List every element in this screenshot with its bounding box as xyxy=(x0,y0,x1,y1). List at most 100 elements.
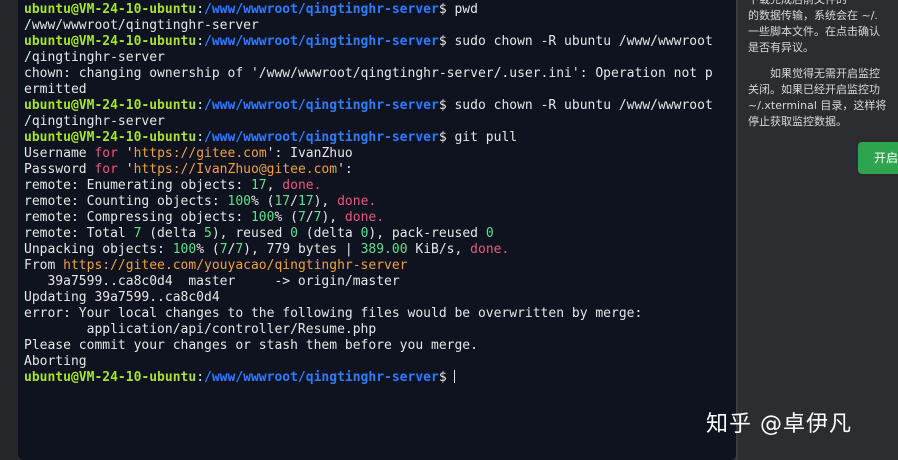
terminal-output-line: Password for 'https://IvanZhuo@gitee.com… xyxy=(24,162,732,178)
terminal-output-line: Please commit your changes or stash them… xyxy=(24,338,732,354)
output-segment: 100 xyxy=(172,242,197,257)
output-segment: remote: Counting objects: xyxy=(24,194,228,209)
output-text: 39a7599..ca8c0d4 master -> origin/master xyxy=(24,274,400,289)
output-segment: ' xyxy=(117,162,134,177)
panel-line: 如果觉得无需开启监控 xyxy=(770,67,880,80)
output-segment: From xyxy=(24,258,64,273)
output-segment: Unpacking objects: xyxy=(24,242,173,257)
terminal-window[interactable]: ubuntu@VM-24-10-ubuntu:/www/wwwroot/qing… xyxy=(18,0,736,460)
terminal-output-line: /www/wwwroot/qingtinghr-server xyxy=(24,18,732,34)
terminal-output-line: remote: Counting objects: 100% (17/17), … xyxy=(24,194,732,210)
output-segment: 0 xyxy=(290,226,298,241)
panel-line: 是否有异议。 xyxy=(748,41,814,54)
output-segment: 17 xyxy=(250,178,267,193)
output-segment: 7 xyxy=(297,210,306,225)
prompt-command: git pull xyxy=(454,130,518,145)
prompt-path: /www/wwwroot/qingtinghr-server xyxy=(204,2,439,17)
terminal-output-line: From https://gitee.com/youyacao/qingting… xyxy=(24,258,732,274)
panel-line: 停止获取监控数据。 xyxy=(748,115,847,128)
output-text: application/api/controller/Resume.php xyxy=(24,322,377,337)
output-text: error: Your local changes to the followi… xyxy=(24,306,643,321)
output-segment: 389.00 xyxy=(360,242,408,257)
terminal-output-line: /qingtinghr-server xyxy=(24,50,732,66)
prompt-sep: : xyxy=(196,370,205,385)
terminal-output-line: remote: Total 7 (delta 5), reused 0 (del… xyxy=(24,226,732,242)
prompt-command: sudo chown -R ubuntu /www/wwwroot xyxy=(454,98,713,113)
output-segment: remote: Enumerating objects: xyxy=(24,178,251,193)
terminal-output-line: remote: Compressing objects: 100% (7/7),… xyxy=(24,210,732,226)
left-sidebar-strip xyxy=(0,0,18,460)
enable-monitor-button[interactable]: 开启 xyxy=(858,142,898,174)
monitor-info-text: 下载完成后前文件的 的数据传输，系统会在 ~/. 一些脚本文件。在点击确认 是否… xyxy=(748,0,898,140)
prompt-command: pwd xyxy=(454,2,478,17)
terminal-output-line: 39a7599..ca8c0d4 master -> origin/master xyxy=(24,274,732,290)
output-segment: 5 xyxy=(204,226,212,241)
output-segment: remote: Total xyxy=(24,226,134,241)
prompt-symbol: $ xyxy=(438,370,455,385)
output-segment: / xyxy=(305,210,314,225)
output-segment: ), xyxy=(313,194,338,209)
terminal-output-line: Updating 39a7599..ca8c0d4 xyxy=(24,290,732,306)
output-text: /qingtinghr-server xyxy=(24,114,165,129)
terminal-prompt-line: ubuntu@VM-24-10-ubuntu:/www/wwwroot/qing… xyxy=(24,98,732,114)
output-segment: % ( xyxy=(274,210,298,225)
prompt-symbol: $ xyxy=(438,2,455,17)
output-segment: Username xyxy=(24,146,95,161)
output-segment: ), xyxy=(321,210,345,225)
output-segment: 17 xyxy=(297,194,314,209)
output-text: /qingtinghr-server xyxy=(24,50,165,65)
terminal-prompt-line: ubuntu@VM-24-10-ubuntu:/www/wwwroot/qing… xyxy=(24,34,732,50)
output-segment: done. xyxy=(337,194,377,209)
output-segment: 0 xyxy=(485,226,494,241)
output-text: Please commit your changes or stash them… xyxy=(24,338,478,353)
terminal-output-line: Unpacking objects: 100% (7/7), 779 bytes… xyxy=(24,242,732,258)
output-segment: https://gitee.com xyxy=(133,146,267,161)
panel-line: ~/.xterminal 目录，这样将 xyxy=(748,99,887,112)
output-text: chown: changing ownership of '/www/wwwro… xyxy=(24,66,713,81)
output-segment: done. xyxy=(282,178,322,193)
prompt-sep: : xyxy=(196,34,205,49)
output-segment: https://IvanZhuo@gitee.com xyxy=(133,162,338,177)
terminal-prompt-line: ubuntu@VM-24-10-ubuntu:/www/wwwroot/qing… xyxy=(24,130,732,146)
output-segment: ': xyxy=(337,162,353,177)
output-segment: , xyxy=(266,178,283,193)
output-segment: done. xyxy=(470,242,510,257)
prompt-symbol: $ xyxy=(438,130,455,145)
prompt-sep: : xyxy=(196,130,205,145)
prompt-user: ubuntu@VM-24-10-ubuntu xyxy=(24,98,197,113)
prompt-command: sudo chown -R ubuntu /www/wwwroot xyxy=(454,34,713,49)
output-segment: remote: Compressing objects: xyxy=(24,210,251,225)
panel-line: 的数据传输，系统会在 ~/. xyxy=(748,9,878,22)
terminal-prompt-line: ubuntu@VM-24-10-ubuntu:/www/wwwroot/qing… xyxy=(24,2,732,18)
prompt-path: /www/wwwroot/qingtinghr-server xyxy=(204,98,439,113)
output-segment: ': IvanZhuo xyxy=(266,146,353,161)
screenshot-root: ubuntu@VM-24-10-ubuntu:/www/wwwroot/qing… xyxy=(0,0,898,460)
output-segment: KiB/s, xyxy=(407,242,471,257)
terminal-output-line: chown: changing ownership of '/www/wwwro… xyxy=(24,66,732,82)
output-segment: for xyxy=(94,162,118,177)
panel-line: 一些脚本文件。在点击确认 xyxy=(748,25,880,38)
output-segment: 100 xyxy=(250,210,275,225)
output-text: ermitted xyxy=(24,82,87,97)
output-segment: done. xyxy=(344,210,385,225)
output-segment: ' xyxy=(117,146,134,161)
output-segment: / xyxy=(290,194,298,209)
output-segment: % ( xyxy=(196,242,220,257)
prompt-sep: : xyxy=(196,98,205,113)
panel-line: 关闭。如果已经开启监控功 xyxy=(748,83,880,96)
output-segment: 100 xyxy=(227,194,251,209)
output-text: Aborting xyxy=(24,354,87,369)
output-text: Updating 39a7599..ca8c0d4 xyxy=(24,290,220,305)
prompt-symbol: $ xyxy=(438,98,455,113)
output-segment: Password xyxy=(24,162,95,177)
terminal-output-line: ermitted xyxy=(24,82,732,98)
output-segment: for xyxy=(94,146,118,161)
output-segment: ), 779 bytes | xyxy=(243,242,361,257)
terminal-output-line: Aborting xyxy=(24,354,732,370)
output-segment: % ( xyxy=(250,194,275,209)
terminal-output-line: Username for 'https://gitee.com': IvanZh… xyxy=(24,146,732,162)
panel-line: 下载完成后前文件的 xyxy=(748,0,898,8)
prompt-user: ubuntu@VM-24-10-ubuntu xyxy=(24,2,197,17)
prompt-path: /www/wwwroot/qingtinghr-server xyxy=(204,130,439,145)
output-segment: 7 xyxy=(235,242,244,257)
